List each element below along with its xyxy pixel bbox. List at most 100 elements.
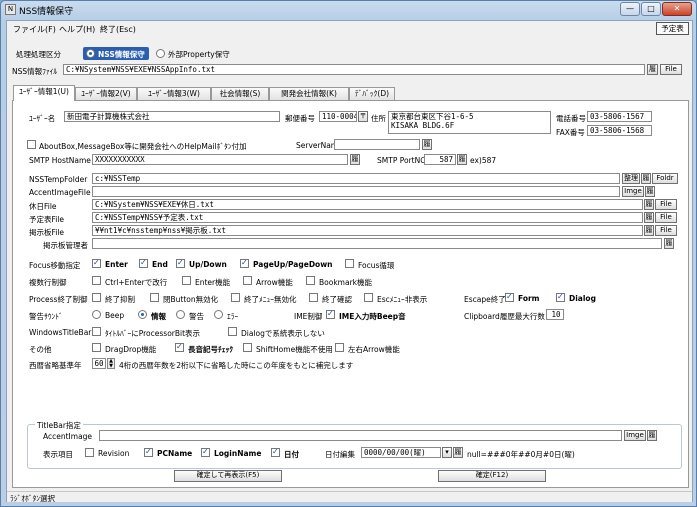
menu-file[interactable]: ファイル(F) bbox=[13, 24, 56, 35]
accent-browse-button[interactable]: 履 bbox=[645, 186, 655, 197]
sound-beep-radio[interactable] bbox=[92, 310, 101, 319]
accent-image-label: AccentImageFile bbox=[29, 188, 91, 197]
tab-user-info-3[interactable]: ﾕｰｻﾞｰ情報3(W) bbox=[137, 87, 211, 100]
smtp-port-browse[interactable]: 履 bbox=[457, 154, 467, 165]
address-input[interactable]: 東京都台東区下谷1-6-5 KISAKA BLDG.6F bbox=[388, 111, 551, 134]
temp-browse-button[interactable]: 履 bbox=[641, 173, 651, 184]
sound-error-radio[interactable] bbox=[214, 310, 223, 319]
escape-form-checkbox[interactable] bbox=[505, 292, 514, 302]
sound-warn-radio[interactable] bbox=[176, 310, 185, 319]
holiday-file-input[interactable]: C:¥NSystem¥NSS¥EXE¥休日.txt bbox=[92, 199, 643, 210]
focus-enter-checkbox[interactable] bbox=[92, 258, 101, 268]
close-btn-disable-checkbox[interactable] bbox=[150, 293, 159, 302]
help-mail-checkbox[interactable] bbox=[27, 140, 36, 149]
tb-accent-input[interactable] bbox=[99, 430, 622, 441]
board-file-input[interactable]: ¥¥nt1¥c¥nsstemp¥nss¥掲示板.txt bbox=[92, 225, 643, 236]
temp-folder-button[interactable]: Foldr bbox=[652, 173, 678, 184]
board-admin-browse[interactable]: 履 bbox=[664, 238, 674, 249]
escape-dialog-checkbox[interactable] bbox=[556, 292, 565, 302]
processor-bit-checkbox[interactable] bbox=[92, 327, 101, 336]
temp-folder-input[interactable]: c:¥NSSTemp bbox=[92, 173, 620, 184]
tab-developer-info[interactable]: 関発会社情報(K) bbox=[269, 87, 349, 100]
accent-image-input[interactable] bbox=[92, 186, 620, 197]
focus-pageupdown-checkbox[interactable] bbox=[240, 258, 249, 268]
tel-input[interactable]: 03-5806-1567 bbox=[587, 111, 652, 122]
ini-file-input[interactable]: C:¥NSystem¥NSS¥EXE¥NSSAppInfo.txt bbox=[63, 64, 645, 75]
tb-date-checkbox[interactable] bbox=[271, 447, 280, 457]
ime-beep-checkbox[interactable] bbox=[326, 309, 335, 319]
smtp-host-browse[interactable]: 履 bbox=[350, 154, 360, 165]
smtp-host-label: SMTP HostName bbox=[29, 156, 91, 165]
tab-user-info-2[interactable]: ﾕｰｻﾞｰ情報2(V) bbox=[75, 87, 137, 100]
sound-info-radio[interactable] bbox=[138, 310, 147, 319]
bookmark-checkbox[interactable] bbox=[306, 276, 315, 285]
lr-arrow-checkbox[interactable] bbox=[335, 343, 344, 352]
dragdrop-label: DragDrop機能 bbox=[105, 345, 157, 354]
tb-pcname-checkbox[interactable] bbox=[144, 447, 153, 457]
zip-lookup-button[interactable]: 〒 bbox=[358, 111, 368, 122]
schedule-file-label: 予定表File bbox=[29, 215, 65, 224]
temp-tidy-button[interactable]: 整理 bbox=[622, 173, 640, 184]
tb-accent-browse[interactable]: 履 bbox=[647, 430, 657, 441]
tb-date-format-dropdown[interactable]: ▾ bbox=[442, 447, 452, 458]
fax-input[interactable]: 03-5806-1568 bbox=[587, 125, 652, 136]
exit-suppress-checkbox[interactable] bbox=[92, 293, 101, 302]
tb-revision-checkbox[interactable] bbox=[85, 448, 94, 457]
focus-updown-checkbox[interactable] bbox=[176, 258, 185, 268]
arrow-func-checkbox[interactable] bbox=[243, 276, 252, 285]
board-browse-button[interactable]: 履 bbox=[644, 225, 654, 236]
schedule-file-input[interactable]: C:¥NSSTemp¥NSS¥予定表.txt bbox=[92, 212, 643, 223]
esc-menu-hide-checkbox[interactable] bbox=[364, 293, 373, 302]
tab-user-info-1[interactable]: ﾕｰｻﾞｰ情報1(U) bbox=[13, 85, 75, 101]
ini-file-button[interactable]: File bbox=[660, 64, 682, 75]
holiday-file-button[interactable]: File bbox=[655, 199, 677, 210]
menu-exit[interactable]: 終了(Esc) bbox=[100, 24, 136, 35]
status-bar: ﾗｼﾞｵﾎﾞﾀﾝ選択 bbox=[7, 491, 692, 503]
era-year-spinner[interactable]: ▲ ▼ bbox=[107, 358, 115, 369]
long-vowel-checkbox[interactable] bbox=[175, 342, 184, 352]
server-name-input[interactable] bbox=[334, 139, 420, 150]
mode-external-radio[interactable] bbox=[156, 49, 165, 58]
tb-date-format-browse[interactable]: 履 bbox=[453, 447, 463, 458]
schedule-file-button[interactable]: File bbox=[655, 212, 677, 223]
ini-browse-button[interactable]: 履 bbox=[647, 64, 658, 75]
board-file-button[interactable]: File bbox=[655, 225, 677, 236]
ctrl-enter-checkbox[interactable] bbox=[92, 276, 101, 285]
mode-nss-radio[interactable] bbox=[86, 49, 95, 58]
dialog-no-system-checkbox[interactable] bbox=[228, 327, 237, 336]
tab-social-info[interactable]: 社会情報(S) bbox=[211, 87, 269, 100]
maximize-button[interactable]: □ bbox=[641, 2, 661, 16]
exit-menu-disable-checkbox[interactable] bbox=[231, 293, 240, 302]
close-button[interactable]: ✕ bbox=[662, 2, 692, 16]
smtp-port-input[interactable]: 587 bbox=[424, 154, 456, 165]
user-name-input[interactable]: 新田電子計算機株式会社 bbox=[64, 111, 280, 122]
wtb-label: WindowsTitleBar bbox=[29, 328, 92, 337]
focus-cycle-checkbox[interactable] bbox=[345, 259, 354, 268]
title-bar[interactable]: N NSS情報保守 — □ ✕ bbox=[1, 1, 696, 19]
focus-end-checkbox[interactable] bbox=[139, 258, 148, 268]
server-name-browse[interactable]: 履 bbox=[422, 139, 432, 150]
holiday-browse-button[interactable]: 履 bbox=[644, 199, 654, 210]
schedule-browse-button[interactable]: 履 bbox=[644, 212, 654, 223]
tb-date-format-input[interactable]: 0000/00/00(曜) bbox=[361, 447, 441, 458]
clipboard-rows-input[interactable]: 10 bbox=[546, 309, 564, 320]
board-admin-input[interactable] bbox=[92, 238, 662, 249]
shift-home-checkbox[interactable] bbox=[243, 343, 252, 352]
zip-input[interactable]: 110-0004 bbox=[319, 111, 357, 122]
tab-debug[interactable]: ﾃﾞﾊﾞｯｸ(D) bbox=[349, 87, 395, 100]
menu-help[interactable]: ヘルプ(H) bbox=[59, 24, 95, 35]
dragdrop-checkbox[interactable] bbox=[92, 343, 101, 352]
smtp-host-input[interactable]: XXXXXXXXXXX bbox=[92, 154, 348, 165]
enter-func-checkbox[interactable] bbox=[182, 276, 191, 285]
schedule-button[interactable]: 予定表 bbox=[656, 22, 689, 35]
minimize-button[interactable]: — bbox=[620, 2, 640, 16]
confirm-redisplay-button[interactable]: 確定して再表示(F5) bbox=[174, 470, 282, 482]
era-label: 西暦省略基準年 bbox=[29, 361, 82, 370]
exit-confirm-checkbox[interactable] bbox=[309, 293, 318, 302]
tb-accent-image-button[interactable]: Imge bbox=[624, 430, 646, 441]
confirm-button[interactable]: 確定(F12) bbox=[438, 470, 546, 482]
tb-loginname-checkbox[interactable] bbox=[201, 447, 210, 457]
tb-loginname-label: LoginName bbox=[214, 449, 262, 458]
accent-image-button[interactable]: Imge bbox=[622, 186, 644, 197]
era-year-input[interactable]: 60 bbox=[92, 358, 106, 369]
